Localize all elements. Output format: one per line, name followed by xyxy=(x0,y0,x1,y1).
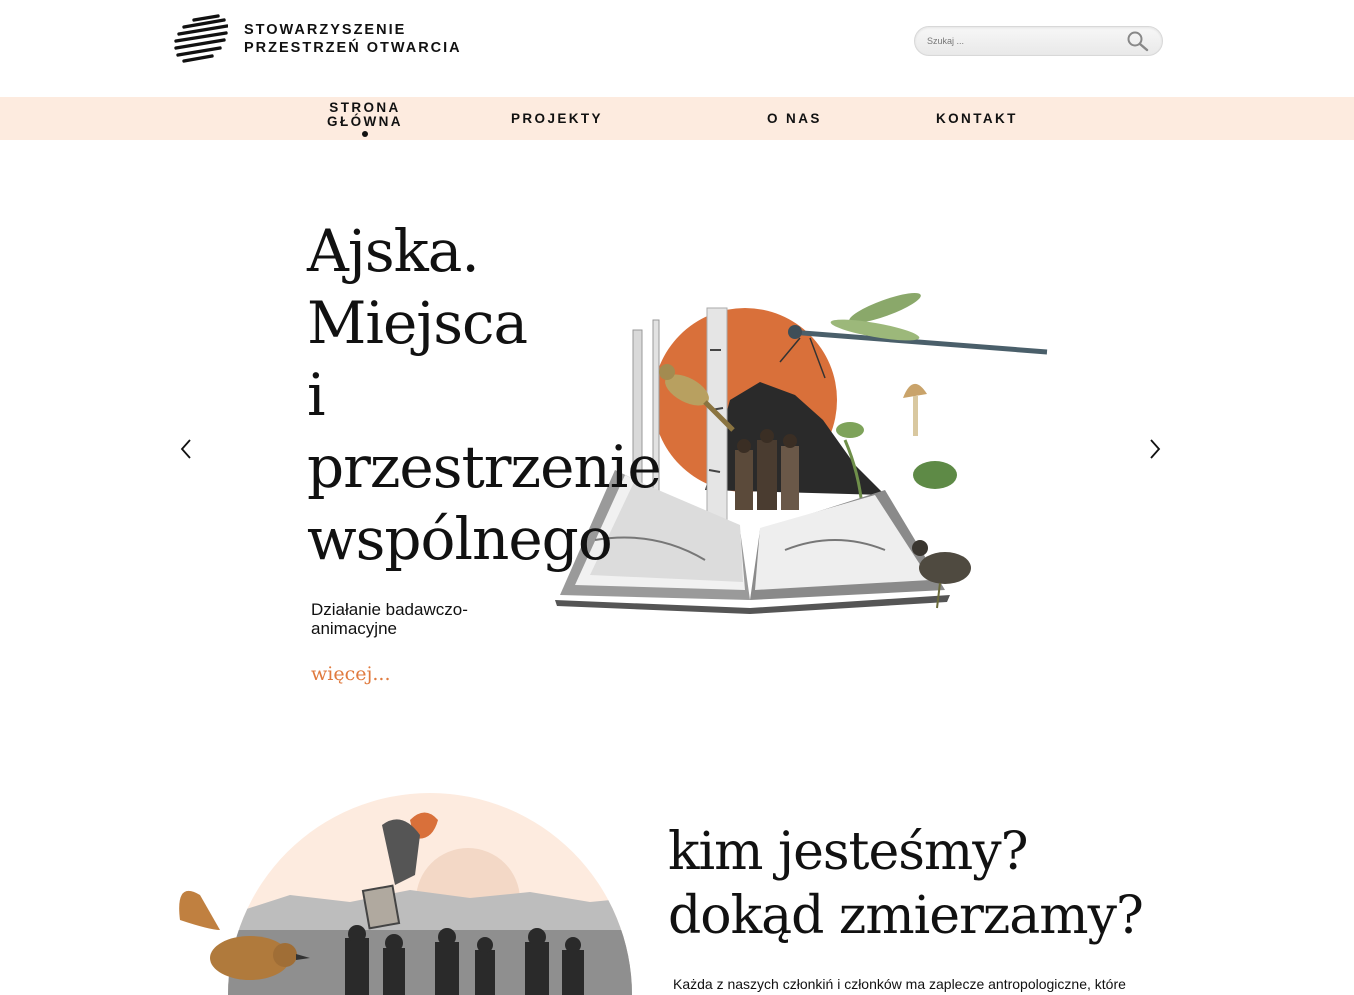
search-button[interactable] xyxy=(1126,30,1150,52)
hero-subtitle: Działanie badawczo-animacyjne xyxy=(311,600,468,638)
logo-line-2: PRZESTRZEŃ OTWARCIA xyxy=(244,40,462,56)
tile-shape xyxy=(361,884,401,930)
logo-mark-icon xyxy=(174,14,228,63)
hero-title-line: i xyxy=(307,361,326,429)
hikers-group-shape xyxy=(735,429,799,510)
moorhen-bird-shape xyxy=(919,552,971,584)
about-illustration xyxy=(179,793,632,995)
slider-next-button[interactable] xyxy=(1143,436,1165,462)
search-icon xyxy=(1127,31,1149,52)
nav-item-home[interactable]: STRONA GŁÓWNA xyxy=(322,101,408,129)
about-heading-line-2: dokąd zmierzamy? xyxy=(668,886,1144,946)
hero-title-line: Ajska. xyxy=(307,217,480,285)
site-logo[interactable]: STOWARZYSZENIE PRZESTRZEŃ OTWARCIA xyxy=(174,14,462,64)
about-heading-line-1: kim jesteśmy? xyxy=(668,822,1028,882)
dragonfly-shape xyxy=(779,292,1048,379)
nav-item-projects[interactable]: PROJEKTY xyxy=(511,111,603,126)
hero-title-line: wspólnego xyxy=(307,505,613,573)
slider-prev-button[interactable] xyxy=(176,436,198,462)
hero-title-line: przestrzenie xyxy=(307,433,662,501)
logo-text: STOWARZYSZENIE PRZESTRZEŃ OTWARCIA xyxy=(244,21,462,57)
nav-item-about[interactable]: O NAS xyxy=(767,111,822,126)
hero-more-link[interactable]: więcej... xyxy=(311,663,390,685)
search-input[interactable] xyxy=(927,32,1117,50)
main-nav: STRONA GŁÓWNA PROJEKTY O NAS KONTAKT xyxy=(0,97,1354,140)
mushroom-shape xyxy=(903,383,927,398)
hero-title-line: Miejsca xyxy=(307,289,528,357)
about-heading: kim jesteśmy? dokąd zmierzamy? xyxy=(668,820,1144,948)
search-box xyxy=(914,26,1163,56)
active-nav-indicator xyxy=(362,131,368,137)
chevron-left-icon xyxy=(180,439,191,459)
hero-title: Ajska. Miejsca i przestrzenie wspólnego xyxy=(307,215,662,575)
logo-line-1: STOWARZYSZENIE xyxy=(244,22,407,38)
nav-item-contact[interactable]: KONTAKT xyxy=(936,111,1018,126)
about-paragraph: Każda z naszych członkiń i członków ma z… xyxy=(673,976,1126,992)
chevron-right-icon xyxy=(1150,439,1161,459)
